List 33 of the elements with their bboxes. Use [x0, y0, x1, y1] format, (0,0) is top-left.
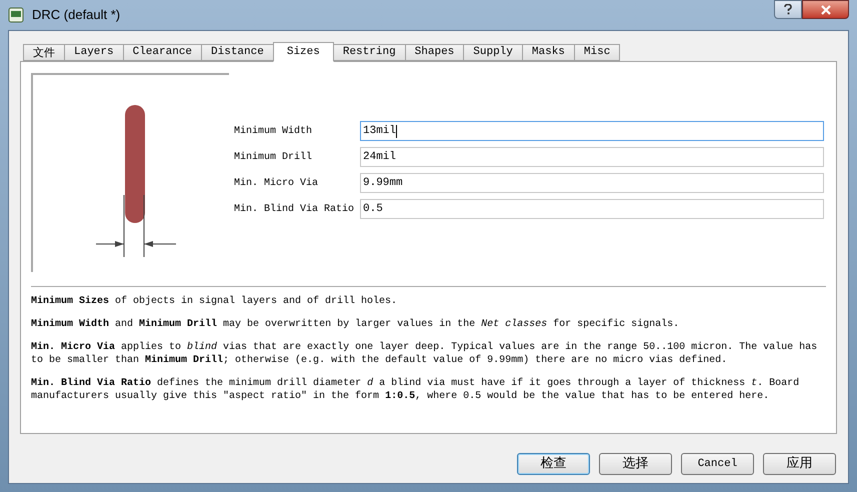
help-paragraph: Minimum Sizes of objects in signal layers and of drill holes. — [31, 295, 398, 308]
help-icon — [784, 4, 792, 15]
input-field[interactable]: 9.99mm — [360, 173, 824, 193]
tab[interactable]: Restring — [332, 44, 406, 61]
field-label: Minimum Drill — [234, 150, 314, 164]
app-icon — [8, 7, 24, 23]
help-paragraph: Min. Micro Via applies to blind vias that are exactly one layer deep. Typical values are in the range 50..100 micron. The value has to be smaller than Minimum Drill; otherwise (e.g. with the default value of 9.99mm) there are no micro vias defined. — [31, 341, 818, 367]
close-button[interactable] — [802, 0, 849, 19]
input-field[interactable]: 13mil — [360, 121, 824, 141]
tab[interactable]: Clearance — [122, 44, 202, 61]
dialog-button[interactable]: 检查 — [517, 453, 590, 475]
input-field[interactable]: 24mil — [360, 147, 824, 167]
dialog-button[interactable]: 应用 — [763, 453, 836, 475]
field-label: Min. Micro Via — [234, 176, 320, 190]
tab[interactable]: Distance — [201, 44, 274, 61]
help-button[interactable] — [774, 0, 802, 19]
text-cursor — [396, 124, 398, 138]
tab[interactable]: 文件 — [23, 44, 65, 61]
tab[interactable]: Layers — [64, 44, 124, 61]
field-label: Min. Blind Via Ratio — [234, 202, 356, 216]
tab[interactable]: Shapes — [404, 44, 464, 61]
tab[interactable]: Sizes — [272, 42, 334, 62]
window-title: DRC (default *) — [32, 6, 120, 24]
help-paragraph: Minimum Width and Minimum Drill may be overwritten by larger values in the Net classes for specific signals. — [31, 318, 680, 331]
input-field[interactable]: 0.5 — [360, 199, 824, 219]
tab[interactable]: Masks — [522, 44, 575, 61]
dialog-button[interactable]: 选择 — [599, 453, 672, 475]
dialog-button[interactable]: Cancel — [681, 453, 754, 475]
help-paragraph: Min. Blind Via Ratio defines the minimum drill diameter d a blind via must have if it goes through a layer of thickness t. Board manufacturers usually give this "aspect ratio" in the form 1:0.5, where 0.5 would be the value that has to be entered here. — [31, 377, 800, 403]
tab[interactable]: Misc — [574, 44, 620, 61]
close-icon — [820, 4, 830, 14]
tab[interactable]: Supply — [463, 44, 523, 61]
field-label: Minimum Width — [234, 124, 314, 138]
